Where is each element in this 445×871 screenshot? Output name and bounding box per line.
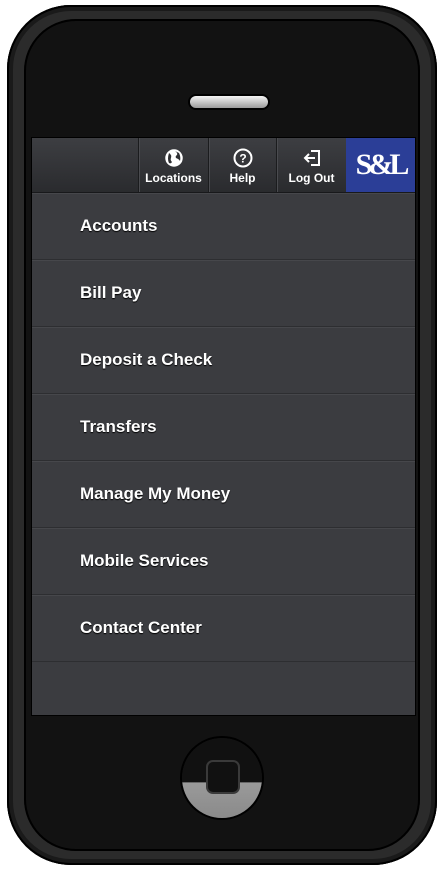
app-screen: Locations ? Help Log Out S&L Accounts Bi… xyxy=(32,138,415,715)
menu-item-transfers[interactable]: Transfers xyxy=(32,394,415,461)
svg-text:?: ? xyxy=(239,152,246,166)
top-toolbar: Locations ? Help Log Out S&L xyxy=(32,138,415,193)
home-button[interactable] xyxy=(182,738,262,818)
help-button[interactable]: ? Help xyxy=(208,138,276,192)
home-square-icon xyxy=(206,760,240,794)
menu-item-accounts[interactable]: Accounts xyxy=(32,193,415,260)
menu-item-bill-pay[interactable]: Bill Pay xyxy=(32,260,415,327)
menu-item-contact-center[interactable]: Contact Center xyxy=(32,595,415,662)
main-menu: Accounts Bill Pay Deposit a Check Transf… xyxy=(32,193,415,662)
locations-label: Locations xyxy=(145,171,202,185)
logout-arrow-icon xyxy=(303,150,320,166)
logout-label: Log Out xyxy=(288,171,335,185)
phone-speaker xyxy=(190,96,268,108)
menu-item-manage-money[interactable]: Manage My Money xyxy=(32,461,415,528)
help-label: Help xyxy=(229,171,256,185)
menu-item-deposit-check[interactable]: Deposit a Check xyxy=(32,327,415,394)
logout-button[interactable]: Log Out xyxy=(276,138,346,192)
menu-item-mobile-services[interactable]: Mobile Services xyxy=(32,528,415,595)
brand-logo[interactable]: S&L xyxy=(346,138,415,192)
globe-icon xyxy=(164,149,183,167)
locations-button[interactable]: Locations xyxy=(138,138,208,192)
question-circle-icon: ? xyxy=(233,148,252,168)
